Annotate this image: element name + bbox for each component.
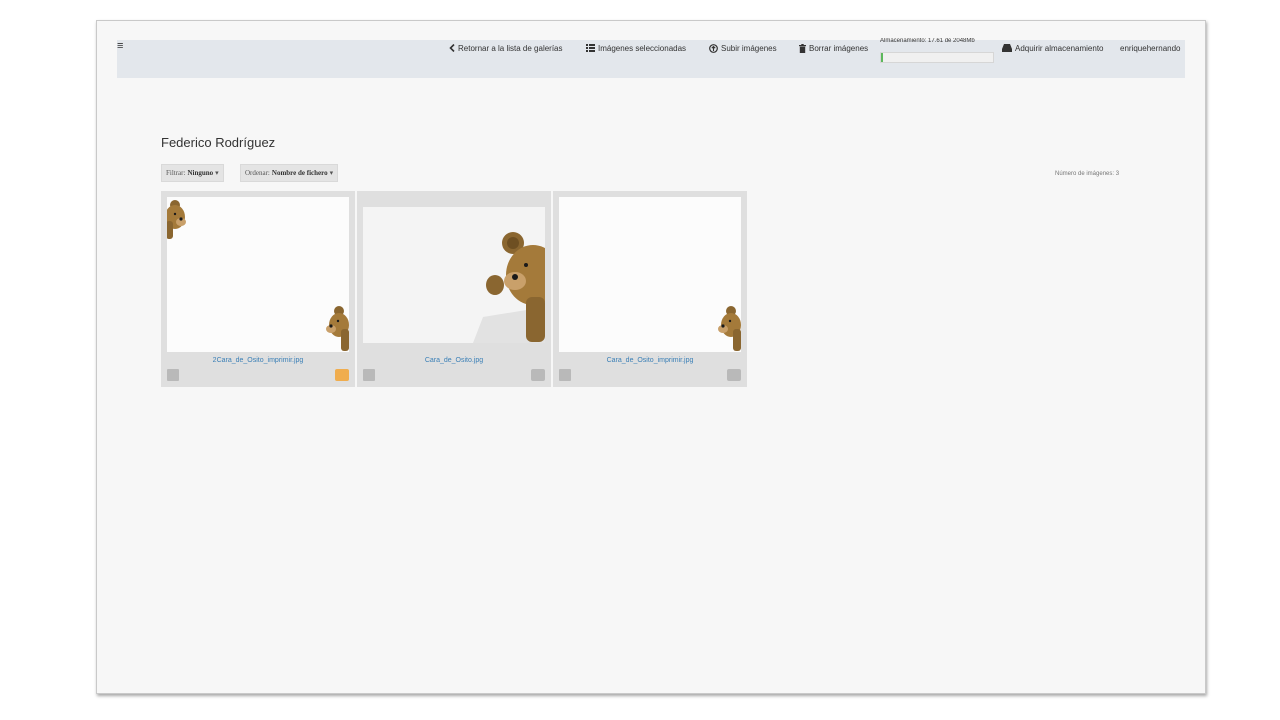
select-checkbox[interactable]: [363, 369, 375, 381]
order-label: Ordenar:: [245, 169, 270, 177]
delete-images-label: Borrar imágenes: [809, 43, 869, 53]
select-checkbox[interactable]: [167, 369, 179, 381]
teddy-bear-image: [559, 197, 741, 352]
image-thumbnail[interactable]: [559, 197, 741, 352]
caret-down-icon: ▾: [215, 169, 219, 177]
buy-storage-label: Adquirir almacenamiento: [1015, 43, 1104, 53]
image-filename-link[interactable]: 2Cara_de_Osito_imprimir.jpg: [161, 357, 355, 364]
teddy-bear-image: [167, 197, 349, 352]
delete-images-link[interactable]: Borrar imágenes: [799, 42, 868, 54]
user-name: enriquehernando: [1120, 43, 1181, 53]
comment-icon[interactable]: [727, 369, 741, 381]
image-thumbnail[interactable]: [363, 207, 545, 343]
image-thumbnail[interactable]: [167, 197, 349, 352]
image-card[interactable]: Cara_de_Osito.jpg: [357, 191, 551, 387]
select-checkbox[interactable]: [559, 369, 571, 381]
selected-images-link[interactable]: Imágenes seleccionadas: [586, 42, 686, 54]
comment-icon[interactable]: [335, 369, 349, 381]
hdd-icon: [1002, 44, 1012, 52]
image-filename-link[interactable]: Cara_de_Osito.jpg: [357, 357, 551, 364]
upload-images-label: Subir imágenes: [721, 43, 777, 53]
back-to-galleries-link[interactable]: Retornar a la lista de galerías: [449, 42, 563, 54]
image-count: Número de imágenes: 3: [1055, 171, 1120, 177]
storage-label: Almacenamiento: 17.61 de 2048Mb: [880, 38, 975, 44]
storage-progress-fill: [881, 53, 883, 62]
comment-icon[interactable]: [531, 369, 545, 381]
filter-label: Filtrar:: [166, 169, 186, 177]
hamburger-menu-icon[interactable]: ≡: [117, 41, 123, 52]
upload-images-link[interactable]: Subir imágenes: [709, 42, 777, 54]
user-menu[interactable]: enriquehernando: [1120, 42, 1181, 54]
caret-down-icon: ▾: [329, 169, 334, 177]
filter-value: Ninguno: [187, 169, 214, 177]
trash-icon: [799, 43, 806, 53]
app-window: ≡ Retornar a la lista de galerías Imágen…: [96, 20, 1206, 694]
list-icon: [586, 44, 595, 52]
image-card[interactable]: 2Cara_de_Osito_imprimir.jpg: [161, 191, 355, 387]
order-dropdown[interactable]: Ordenar: Nombre de fichero ▾: [240, 164, 339, 182]
buy-storage-link[interactable]: Adquirir almacenamiento: [1002, 42, 1104, 54]
image-card[interactable]: Cara_de_Osito_imprimir.jpg: [553, 191, 747, 387]
selected-images-label: Imágenes seleccionadas: [598, 43, 687, 53]
teddy-bear-image: [363, 207, 545, 343]
order-value: Nombre de fichero: [271, 169, 328, 177]
chevron-left-icon: [449, 44, 455, 52]
filter-dropdown[interactable]: Filtrar: Ninguno ▾: [161, 164, 224, 182]
gallery-title: Federico Rodríguez: [161, 135, 276, 150]
storage-indicator: Almacenamiento: 17.61 de 2048Mb: [880, 38, 994, 63]
back-to-galleries-label: Retornar a la lista de galerías: [458, 43, 563, 53]
storage-progress-bar: [880, 52, 994, 63]
image-filename-link[interactable]: Cara_de_Osito_imprimir.jpg: [553, 357, 747, 364]
upload-circle-icon: [709, 43, 718, 53]
